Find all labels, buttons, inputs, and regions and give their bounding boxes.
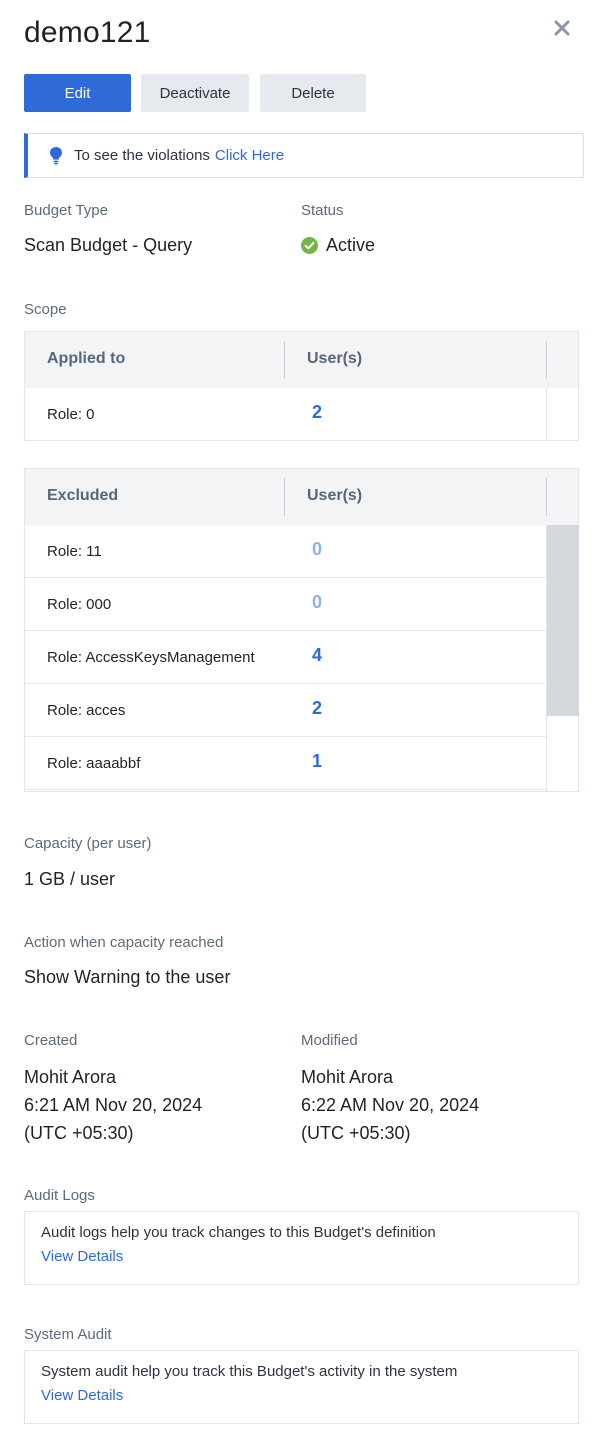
- user-count-link[interactable]: 2: [312, 698, 322, 719]
- created-by: Mohit Arora: [24, 1067, 117, 1087]
- delete-button[interactable]: Delete: [260, 74, 366, 112]
- scope-label: Scope: [24, 301, 67, 318]
- role-name: Role: acces: [47, 702, 126, 719]
- column-header-applied-to: Applied to: [47, 350, 126, 367]
- budget-type-value: Scan Budget - Query: [24, 235, 193, 255]
- column-header-excluded: Excluded: [47, 487, 119, 504]
- budget-type-label: Budget Type: [24, 202, 108, 219]
- table-row: Role: acces 2: [25, 684, 547, 737]
- modified-timezone: (UTC +05:30): [301, 1123, 411, 1143]
- status-label: Status: [301, 202, 344, 219]
- user-count-link[interactable]: 0: [312, 592, 322, 613]
- modified-time: 6:22 AM Nov 20, 2024: [301, 1095, 480, 1115]
- role-name: Role: 11: [47, 543, 102, 560]
- close-icon[interactable]: [551, 16, 573, 40]
- capacity-label: Capacity (per user): [24, 835, 152, 852]
- modified-info: Mohit Arora 6:22 AM Nov 20, 2024 (UTC +0…: [301, 1063, 479, 1147]
- table-scrollbar[interactable]: [547, 525, 579, 716]
- role-name: Role: aaaabbf: [47, 755, 141, 772]
- applied-to-table: Applied to User(s) Role: 0 2: [24, 331, 579, 441]
- table-row: Role: AccessKeysManagement 4: [25, 631, 547, 684]
- check-circle-icon: [301, 237, 318, 254]
- lightbulb-icon: [50, 146, 62, 165]
- table-header: Applied to User(s): [25, 332, 578, 388]
- system-audit-description: System audit help you track this Budget'…: [41, 1363, 458, 1380]
- created-timezone: (UTC +05:30): [24, 1123, 134, 1143]
- system-audit-box: System audit help you track this Budget'…: [24, 1350, 579, 1424]
- user-count-link[interactable]: 2: [312, 402, 322, 423]
- column-divider: [546, 341, 547, 379]
- modified-label: Modified: [301, 1032, 358, 1049]
- capacity-action-value: Show Warning to the user: [24, 967, 231, 987]
- column-divider: [284, 341, 285, 379]
- table-header: Excluded User(s): [25, 469, 578, 525]
- click-here-link[interactable]: Click Here: [215, 147, 284, 164]
- excluded-table: Excluded User(s) Role: 11 0 Role: 000 0 …: [24, 468, 579, 792]
- table-body: Role: 0 2: [25, 388, 578, 441]
- audit-logs-label: Audit Logs: [24, 1187, 95, 1204]
- column-divider: [284, 478, 285, 516]
- column-divider: [546, 478, 547, 516]
- created-info: Mohit Arora 6:21 AM Nov 20, 2024 (UTC +0…: [24, 1063, 202, 1147]
- table-row: Role: 11 0: [25, 525, 547, 578]
- user-count-link[interactable]: 1: [312, 751, 322, 772]
- column-header-users: User(s): [307, 487, 363, 504]
- role-name: Role: 000: [47, 596, 112, 613]
- page-title: demo121: [24, 16, 151, 49]
- modified-by: Mohit Arora: [301, 1067, 394, 1087]
- audit-logs-description: Audit logs help you track changes to thi…: [41, 1224, 436, 1241]
- status-badge: Active: [301, 235, 375, 256]
- table-row: Role: aaaabbf 1: [25, 737, 547, 790]
- audit-logs-view-details-link[interactable]: View Details: [41, 1248, 562, 1265]
- system-audit-label: System Audit: [24, 1326, 112, 1343]
- user-count-link[interactable]: 4: [312, 645, 322, 666]
- role-name: Role: 0: [47, 406, 95, 423]
- created-label: Created: [24, 1032, 78, 1049]
- created-time: 6:21 AM Nov 20, 2024: [24, 1095, 203, 1115]
- capacity-value: 1 GB / user: [24, 869, 116, 889]
- audit-logs-box: Audit logs help you track changes to thi…: [24, 1211, 579, 1285]
- violations-info-text: To see the violations: [74, 147, 210, 164]
- column-header-users: User(s): [307, 350, 363, 367]
- violations-info-banner: To see the violations Click Here: [24, 133, 584, 178]
- table-body: Role: 11 0 Role: 000 0 Role: AccessKeysM…: [25, 525, 579, 791]
- role-name: Role: AccessKeysManagement: [47, 649, 255, 666]
- edit-button[interactable]: Edit: [24, 74, 131, 112]
- status-value: Active: [326, 235, 376, 255]
- deactivate-button[interactable]: Deactivate: [141, 74, 249, 112]
- table-row: Role: 0 2: [25, 388, 547, 441]
- user-count-link[interactable]: 0: [312, 539, 322, 560]
- capacity-action-label: Action when capacity reached: [24, 934, 224, 951]
- system-audit-view-details-link[interactable]: View Details: [41, 1387, 562, 1404]
- table-row: Role: 000 0: [25, 578, 547, 631]
